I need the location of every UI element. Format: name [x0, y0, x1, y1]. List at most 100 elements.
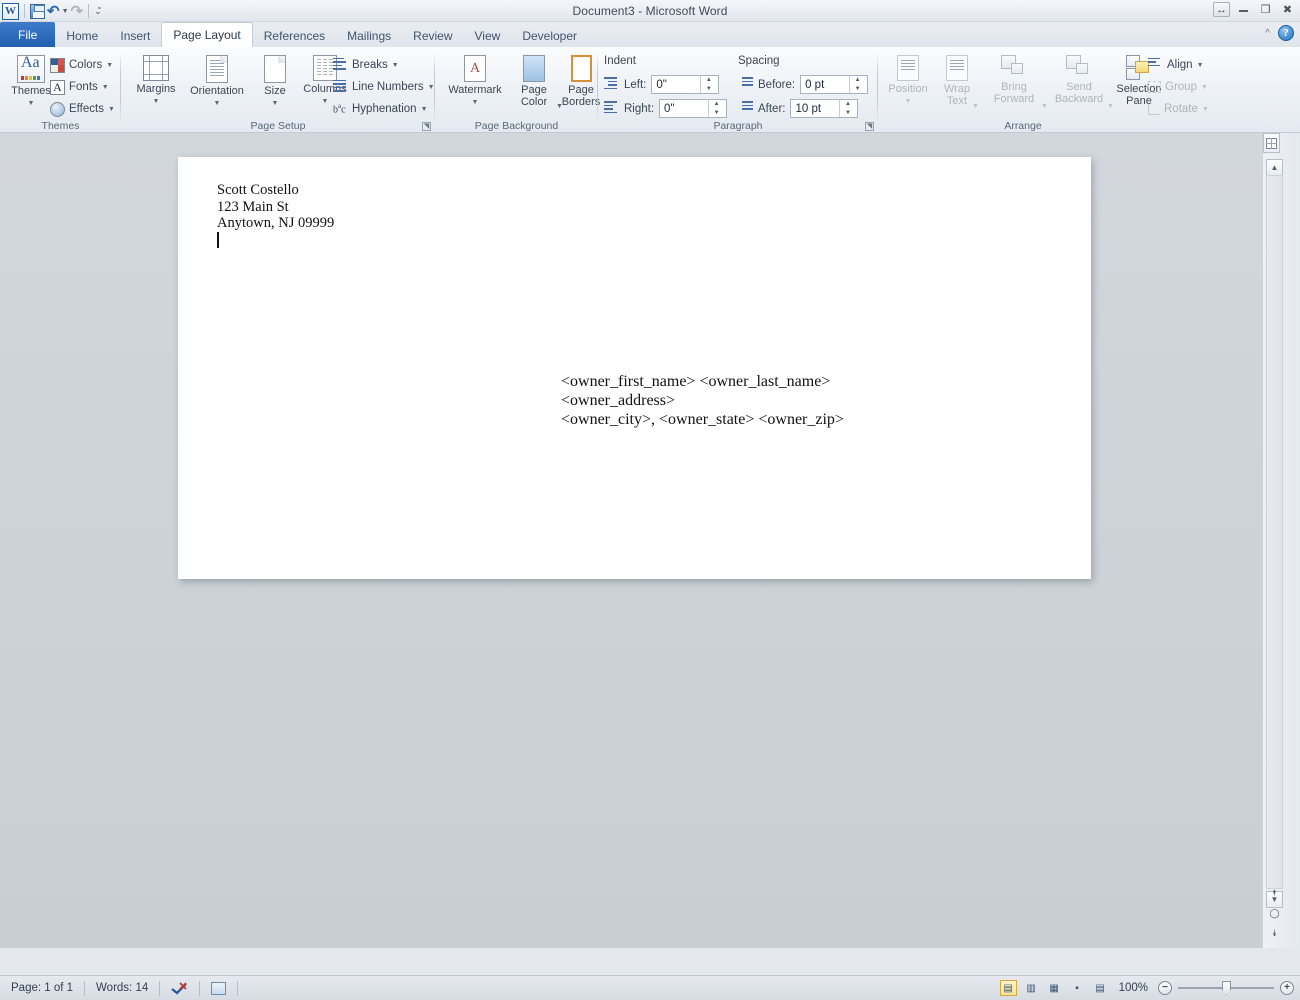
breaks-dropdown-icon[interactable]: ▼ [392, 62, 399, 69]
tab-review[interactable]: Review [402, 24, 463, 47]
line-numbers-dropdown-icon[interactable]: ▼ [428, 84, 435, 91]
document-page[interactable]: Scott Costello 123 Main St Anytown, NJ 0… [178, 157, 1091, 579]
tab-home[interactable]: Home [55, 24, 109, 47]
view-web-layout-button[interactable]: ▦ [1046, 980, 1063, 996]
spacing-before-input[interactable]: ▲▼ [800, 75, 868, 94]
watermark-dropdown-icon[interactable]: ▼ [472, 97, 479, 109]
help-icon[interactable]: ? [1278, 25, 1294, 41]
restore-icon[interactable]: ❐ [1257, 2, 1274, 17]
tab-developer[interactable]: Developer [511, 24, 588, 47]
tab-page-layout[interactable]: Page Layout [161, 22, 252, 47]
chevron-up-icon[interactable]: ^ [1265, 28, 1270, 39]
theme-fonts-button[interactable]: A Fonts ▼ [50, 77, 109, 97]
indent-left-field-row: Left: ▲▼ [604, 75, 719, 94]
fonts-dropdown-icon[interactable]: ▼ [102, 84, 109, 91]
indent-left-input[interactable]: ▲▼ [651, 75, 719, 94]
resize-handle-icon[interactable]: ↔ [1213, 2, 1230, 17]
align-button[interactable]: Align ▼ [1148, 55, 1204, 75]
spacing-after-input[interactable]: ▲▼ [790, 99, 858, 118]
size-button[interactable]: Size ▼ [254, 55, 296, 109]
breaks-icon [333, 58, 348, 73]
size-dropdown-icon[interactable]: ▼ [272, 98, 279, 110]
zoom-slider-thumb[interactable] [1222, 981, 1231, 995]
line-numbers-button[interactable]: Line Numbers ▼ [333, 77, 435, 97]
document-canvas[interactable]: Scott Costello 123 Main St Anytown, NJ 0… [0, 133, 1262, 948]
theme-effects-button[interactable]: Effects ▼ [50, 99, 115, 119]
group-dropdown-icon[interactable]: ▼ [1201, 84, 1208, 91]
view-print-layout-button[interactable]: ▤ [1000, 980, 1017, 996]
indent-right-input[interactable]: ▲▼ [659, 99, 727, 118]
breaks-button[interactable]: Breaks ▼ [333, 55, 399, 75]
page-indicator[interactable]: Page: 1 of 1 [0, 980, 84, 997]
spacing-after-field-row: After: ▲▼ [738, 99, 858, 118]
tab-view[interactable]: View [464, 24, 512, 47]
view-draft-button[interactable]: ▤ [1092, 980, 1109, 996]
macro-record-icon[interactable] [200, 980, 237, 997]
minimize-icon[interactable] [1235, 2, 1252, 17]
align-dropdown-icon[interactable]: ▼ [1197, 62, 1204, 69]
zoom-slider[interactable] [1178, 987, 1274, 989]
rotate-dropdown-icon[interactable]: ▼ [1202, 106, 1209, 113]
select-browse-object-icon[interactable]: ◯ [1266, 905, 1283, 922]
tab-references[interactable]: References [253, 24, 336, 47]
wrap-text-button[interactable]: Wrap Text [934, 55, 980, 107]
spacing-before-spinner[interactable]: ▲▼ [849, 76, 865, 93]
close-icon[interactable]: ✖ [1279, 2, 1296, 17]
position-dropdown-icon[interactable]: ▼ [905, 96, 912, 108]
send-backward-button[interactable]: Send Backward [1048, 55, 1110, 105]
proofing-errors-icon[interactable] [160, 980, 199, 997]
page-setup-dialog-launcher[interactable]: ◥ [422, 122, 431, 131]
indent-left-spinner[interactable]: ▲▼ [700, 76, 716, 93]
hyphenation-dropdown-icon[interactable]: ▼ [421, 106, 428, 113]
rotate-button[interactable]: Rotate ▼ [1148, 99, 1209, 119]
columns-dropdown-icon[interactable]: ▼ [322, 96, 329, 108]
spacing-after-spinner[interactable]: ▲▼ [839, 100, 855, 117]
paragraph-dialog-launcher[interactable]: ◥ [865, 122, 874, 131]
colors-dropdown-icon[interactable]: ▼ [106, 62, 113, 69]
position-button[interactable]: Position ▼ [882, 55, 934, 107]
wrap-text-dropdown-icon[interactable]: ▼ [972, 103, 979, 110]
spacing-after-value[interactable] [791, 100, 839, 117]
scroll-track[interactable] [1266, 175, 1283, 889]
indent-left-value[interactable] [652, 76, 700, 93]
effects-dropdown-icon[interactable]: ▼ [108, 106, 115, 113]
zoom-level[interactable]: 100% [1119, 982, 1148, 994]
zoom-in-button[interactable]: + [1280, 981, 1294, 995]
view-outline-button[interactable]: ▪ [1069, 980, 1086, 996]
hyphenation-button[interactable]: bac Hyphenation ▼ [333, 99, 428, 119]
colors-icon [50, 58, 65, 73]
page-color-label: Page Color [521, 85, 547, 108]
tab-file[interactable]: File [0, 22, 55, 47]
watermark-icon: A [464, 55, 486, 82]
tab-mailings[interactable]: Mailings [336, 24, 402, 47]
bring-forward-button[interactable]: Bring Forward [984, 55, 1044, 105]
word-count[interactable]: Words: 14 [85, 980, 159, 997]
vertical-scrollbar[interactable]: ▲ ▼ ⯭ ◯ ⯯ [1262, 133, 1300, 948]
theme-colors-button[interactable]: Colors ▼ [50, 55, 113, 75]
merge-fields-text[interactable]: <owner_first_name> <owner_last_name> <ow… [561, 372, 844, 430]
breaks-label: Breaks [352, 59, 388, 71]
sender-address-text[interactable]: Scott Costello 123 Main St Anytown, NJ 0… [217, 182, 334, 232]
view-full-screen-reading-button[interactable]: ▥ [1023, 980, 1040, 996]
margins-button[interactable]: Margins ▼ [129, 55, 183, 107]
orientation-button[interactable]: Orientation ▼ [183, 55, 251, 109]
page-color-button[interactable]: Page Color [511, 55, 557, 108]
wrap-text-label: Wrap Text [944, 84, 970, 107]
next-page-icon[interactable]: ⯯ [1266, 925, 1283, 942]
indent-right-value[interactable] [660, 100, 708, 117]
spacing-before-value[interactable] [801, 76, 849, 93]
indent-right-spinner[interactable]: ▲▼ [708, 100, 724, 117]
page-borders-button[interactable]: Page Borders [559, 55, 603, 108]
themes-button[interactable]: Aa Themes ▼ [8, 55, 54, 109]
group-button[interactable]: Group ▼ [1148, 77, 1208, 97]
themes-dropdown-icon[interactable]: ▼ [28, 98, 35, 110]
previous-page-icon[interactable]: ⯭ [1266, 885, 1283, 902]
margins-dropdown-icon[interactable]: ▼ [153, 96, 160, 108]
tab-insert[interactable]: Insert [109, 24, 161, 47]
orientation-dropdown-icon[interactable]: ▼ [214, 98, 221, 110]
ruler-toggle-icon[interactable] [1263, 133, 1280, 153]
bring-forward-dropdown-icon[interactable]: ▼ [1041, 103, 1048, 110]
zoom-out-button[interactable]: − [1158, 981, 1172, 995]
watermark-button[interactable]: A Watermark ▼ [441, 55, 509, 108]
scroll-up-button[interactable]: ▲ [1266, 159, 1283, 176]
